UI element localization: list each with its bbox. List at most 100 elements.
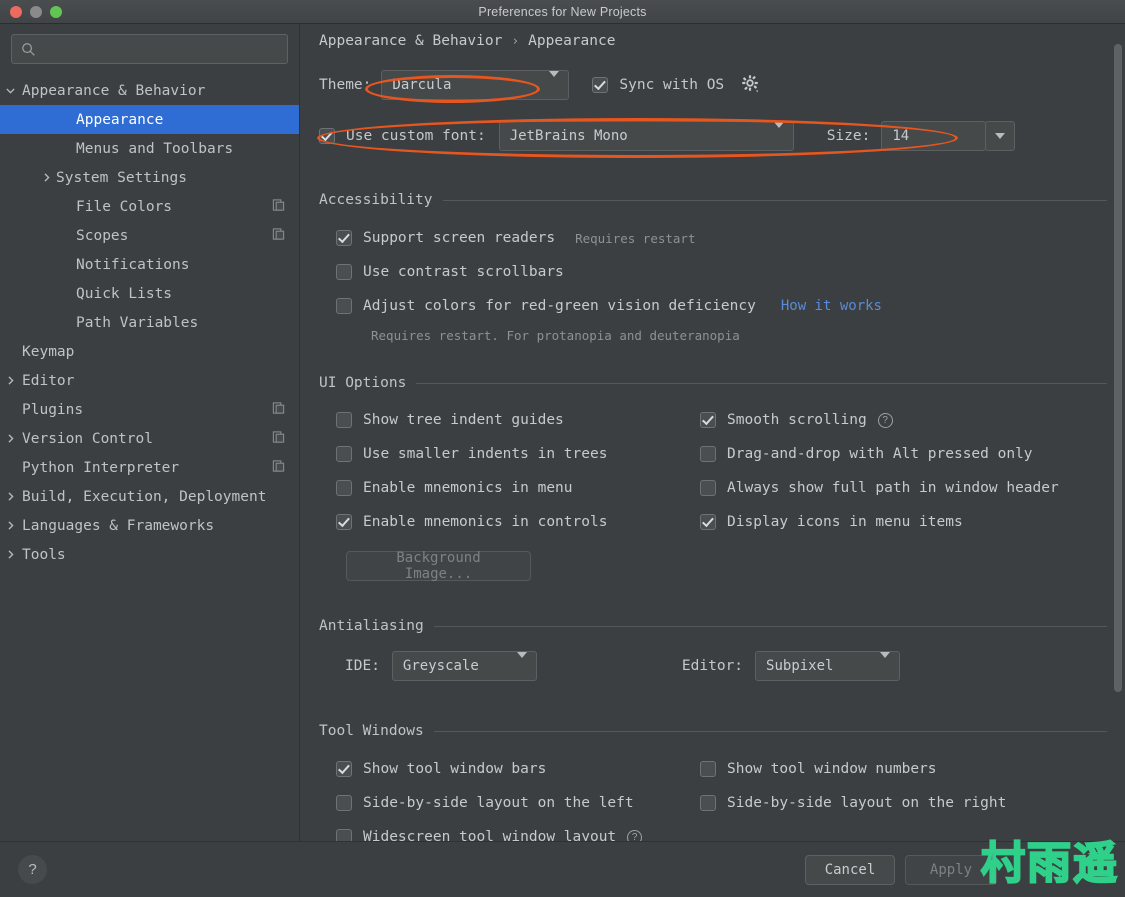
background-image-button[interactable]: Background Image... xyxy=(346,551,531,581)
tool-window-option-cell: Side-by-side layout on the right xyxy=(700,786,1107,820)
search-input[interactable] xyxy=(36,42,287,57)
chevron-right-icon[interactable] xyxy=(0,433,20,444)
ui-option-checkbox[interactable] xyxy=(700,480,716,496)
tool-window-option-label: Show tool window bars xyxy=(363,761,546,777)
sync-with-os-checkbox[interactable] xyxy=(592,77,608,93)
tool-window-option-label: Widescreen tool window layout xyxy=(363,829,616,841)
section-divider xyxy=(416,383,1107,384)
sidebar-item-appearance-behavior[interactable]: Appearance & Behavior xyxy=(0,76,299,105)
ui-option-left-row: Use smaller indents in trees xyxy=(336,446,607,462)
chevron-right-icon[interactable] xyxy=(0,549,20,560)
sidebar-item-label: Appearance & Behavior xyxy=(22,83,205,99)
sidebar-item-notifications[interactable]: Notifications xyxy=(0,250,299,279)
editor-antialiasing-dropdown[interactable]: Subpixel xyxy=(755,651,900,681)
dialog-footer: ? Cancel Apply xyxy=(0,841,1125,897)
sidebar-item-label: System Settings xyxy=(56,170,187,186)
accessibility-checkbox[interactable] xyxy=(336,230,352,246)
main-vertical-scrollbar[interactable] xyxy=(1111,24,1125,841)
tool-window-option-checkbox[interactable] xyxy=(700,795,716,811)
breadcrumb-parent[interactable]: Appearance & Behavior xyxy=(319,33,502,49)
chevron-right-icon[interactable] xyxy=(36,172,56,183)
sidebar-item-editor[interactable]: Editor xyxy=(0,366,299,395)
sidebar-item-label: Plugins xyxy=(22,402,83,418)
theme-dropdown[interactable]: Darcula xyxy=(381,70,569,100)
ui-option-cell: Always show full path in window header xyxy=(700,471,1107,505)
ui-option-right-row: Display icons in menu items xyxy=(700,514,963,530)
font-size-dropdown-button[interactable] xyxy=(985,121,1015,151)
sidebar-item-label: Tools xyxy=(22,547,66,563)
cancel-button[interactable]: Cancel xyxy=(805,855,895,885)
sidebar-item-path-variables[interactable]: Path Variables xyxy=(0,308,299,337)
tool-window-option-checkbox[interactable] xyxy=(336,829,352,841)
accessibility-label: Adjust colors for red-green vision defic… xyxy=(363,298,756,314)
font-size-field[interactable]: 14 xyxy=(881,121,986,151)
sidebar-item-label: Languages & Frameworks xyxy=(22,518,214,534)
section-divider xyxy=(434,626,1107,627)
ui-option-checkbox[interactable] xyxy=(336,446,352,462)
ui-option-checkbox[interactable] xyxy=(700,412,716,428)
sidebar-item-file-colors[interactable]: File Colors xyxy=(0,192,299,221)
ui-option-checkbox[interactable] xyxy=(700,514,716,530)
sidebar-item-build-execution-deployment[interactable]: Build, Execution, Deployment xyxy=(0,482,299,511)
ide-antialiasing-dropdown[interactable]: Greyscale xyxy=(392,651,537,681)
sidebar-item-keymap[interactable]: Keymap xyxy=(0,337,299,366)
tool-window-option-label: Side-by-side layout on the left xyxy=(363,795,634,811)
scrollbar-thumb[interactable] xyxy=(1114,44,1122,692)
sidebar-item-appearance[interactable]: Appearance xyxy=(0,105,299,134)
chevron-down-icon[interactable] xyxy=(0,85,20,96)
sidebar-item-quick-lists[interactable]: Quick Lists xyxy=(0,279,299,308)
settings-main-panel: Appearance & Behavior › Appearance Theme… xyxy=(301,24,1125,841)
ui-option-cell: Enable mnemonics in menu xyxy=(336,471,700,505)
ui-option-label: Show tree indent guides xyxy=(363,412,564,428)
tool-window-option-left-row: Side-by-side layout on the left xyxy=(336,795,634,811)
chevron-right-icon[interactable] xyxy=(0,520,20,531)
chevron-right-icon[interactable] xyxy=(0,375,20,386)
help-hint-icon[interactable]: ? xyxy=(878,413,893,428)
ui-option-checkbox[interactable] xyxy=(336,480,352,496)
section-divider xyxy=(443,200,1108,201)
ui-option-checkbox[interactable] xyxy=(336,514,352,530)
sidebar-item-label: Path Variables xyxy=(76,315,198,331)
tool-window-option-checkbox[interactable] xyxy=(336,761,352,777)
how-it-works-link[interactable]: How it works xyxy=(781,298,882,314)
ui-option-label: Enable mnemonics in controls xyxy=(363,514,607,530)
use-custom-font-checkbox[interactable] xyxy=(319,128,335,144)
accessibility-checkbox[interactable] xyxy=(336,298,352,314)
tool-window-option-checkbox[interactable] xyxy=(336,795,352,811)
ui-option-checkbox[interactable] xyxy=(700,446,716,462)
sidebar-item-label: Version Control xyxy=(22,431,153,447)
help-hint-icon[interactable]: ? xyxy=(627,830,642,842)
sidebar-item-system-settings[interactable]: System Settings xyxy=(0,163,299,192)
sidebar-item-scopes[interactable]: Scopes xyxy=(0,221,299,250)
sidebar-item-python-interpreter[interactable]: Python Interpreter xyxy=(0,453,299,482)
accessibility-checkbox[interactable] xyxy=(336,264,352,280)
tool-window-option-left-row: Widescreen tool window layout? xyxy=(336,829,642,841)
sidebar-item-languages-frameworks[interactable]: Languages & Frameworks xyxy=(0,511,299,540)
ui-option-checkbox[interactable] xyxy=(336,412,352,428)
settings-tree: Appearance & Behavior Appearance Menus and… xyxy=(0,76,299,569)
sidebar-item-plugins[interactable]: Plugins xyxy=(0,395,299,424)
ui-option-left-row: Enable mnemonics in controls xyxy=(336,514,607,530)
tool-window-option-left-row: Show tool window bars xyxy=(336,761,546,777)
font-size-value: 14 xyxy=(882,128,909,144)
copy-icon xyxy=(272,459,285,476)
sidebar-item-label: Appearance xyxy=(76,112,163,128)
ui-option-label: Drag-and-drop with Alt pressed only xyxy=(727,446,1033,462)
gear-icon[interactable] xyxy=(740,73,760,97)
sidebar-item-tools[interactable]: Tools xyxy=(0,540,299,569)
accessibility-note: Requires restart xyxy=(575,231,695,246)
antialiasing-section: Antialiasing IDE: Greyscale Editor: Subp… xyxy=(319,618,1107,681)
help-button[interactable]: ? xyxy=(18,855,47,884)
breadcrumb: Appearance & Behavior › Appearance xyxy=(319,33,615,49)
font-family-dropdown[interactable]: JetBrains Mono xyxy=(499,121,794,151)
ui-option-label: Always show full path in window header xyxy=(727,480,1059,496)
sidebar-item-version-control[interactable]: Version Control xyxy=(0,424,299,453)
ui-option-left-row: Enable mnemonics in menu xyxy=(336,480,573,496)
chevron-right-icon[interactable] xyxy=(0,491,20,502)
ui-option-label: Enable mnemonics in menu xyxy=(363,480,573,496)
ui-option-right-row: Always show full path in window header xyxy=(700,480,1059,496)
tool-window-option-checkbox[interactable] xyxy=(700,761,716,777)
search-box[interactable] xyxy=(11,34,288,64)
sidebar-item-menus-and-toolbars[interactable]: Menus and Toolbars xyxy=(0,134,299,163)
antialiasing-title: Antialiasing xyxy=(319,618,424,634)
